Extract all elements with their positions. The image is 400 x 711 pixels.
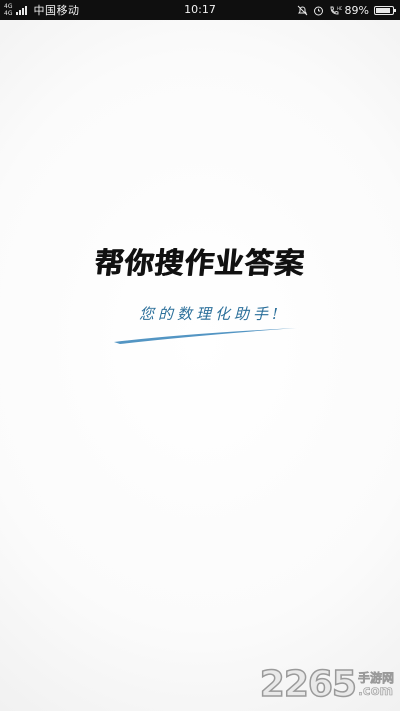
watermark-side: 手游网 .com <box>357 671 395 699</box>
battery-percent: 89% <box>344 3 369 17</box>
watermark-number: 2265 <box>259 664 358 705</box>
status-bar: 4G 4G 中国移动 10:17 HD 89% <box>0 0 400 20</box>
battery-icon <box>374 5 396 15</box>
battery-fill <box>376 7 391 13</box>
svg-text:HD: HD <box>337 6 342 11</box>
alarm-icon <box>313 5 324 16</box>
slogan-underline-swoosh <box>114 328 296 344</box>
watermark-logo: 2265 手游网 .com <box>259 664 395 705</box>
watermark-domain: .com <box>357 684 394 699</box>
app-title: 帮你搜作业答案 <box>92 246 307 280</box>
status-right: HD 89% <box>297 0 396 20</box>
volte-icon: HD <box>329 5 343 16</box>
mute-icon <box>297 5 308 16</box>
